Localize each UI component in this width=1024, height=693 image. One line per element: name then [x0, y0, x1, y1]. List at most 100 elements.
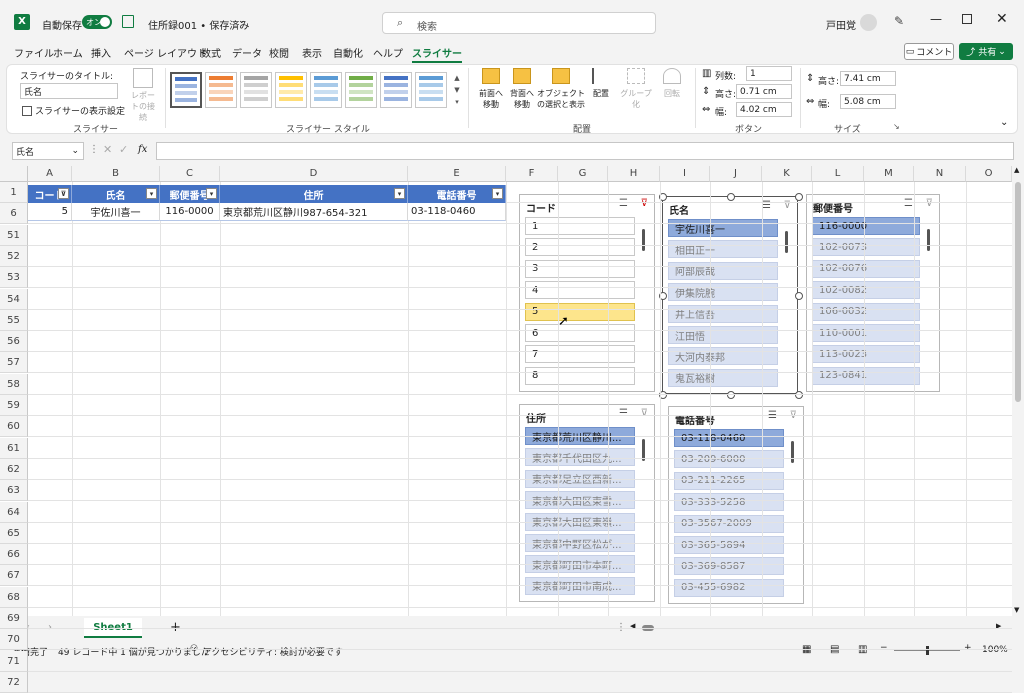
slicer-item[interactable]: 1: [525, 217, 635, 235]
slicer-item[interactable]: 03-118-0460: [674, 429, 784, 447]
row-header[interactable]: 6: [0, 203, 28, 225]
column-header[interactable]: D: [220, 166, 408, 182]
menu-tab[interactable]: 自動化: [333, 45, 363, 63]
slicer-item[interactable]: 03-369-8587: [674, 557, 784, 576]
filter-dropdown-icon[interactable]: ▾: [492, 188, 503, 199]
slicer-style-swatch[interactable]: [415, 72, 447, 108]
table-header-cell[interactable]: 郵便番号 ▾: [160, 185, 220, 203]
zoom-in-icon[interactable]: +: [964, 643, 972, 653]
row-header[interactable]: 62: [0, 458, 28, 480]
slicer-item[interactable]: 113-0023: [812, 345, 920, 364]
slicer-item[interactable]: 03-3567-2009: [674, 514, 784, 533]
zoom-out-icon[interactable]: −: [880, 643, 888, 653]
slicer-item[interactable]: 5: [525, 302, 635, 321]
slicer-item[interactable]: 2: [525, 238, 635, 257]
row-header[interactable]: 55: [0, 309, 28, 331]
button-width-input[interactable]: 4.02 cm: [736, 102, 792, 117]
column-header[interactable]: B: [72, 166, 160, 182]
slicer-scrollbar[interactable]: [642, 229, 645, 251]
menu-tab[interactable]: 校閲: [269, 45, 289, 63]
document-title[interactable]: 住所録001 • 保存済み: [148, 17, 249, 32]
row-header[interactable]: 65: [0, 522, 28, 544]
row-header[interactable]: 70: [0, 629, 28, 651]
multi-select-icon[interactable]: ☰: [904, 198, 913, 209]
save-icon[interactable]: [122, 15, 134, 28]
slicer-item[interactable]: 102-0073: [812, 238, 920, 257]
filter-dropdown-icon[interactable]: ▾: [146, 188, 157, 199]
slicer-style-swatch[interactable]: [240, 72, 272, 108]
menu-tab[interactable]: 挿入: [91, 45, 111, 63]
column-header[interactable]: F: [506, 166, 558, 182]
size-height-input[interactable]: 7.41 cm: [840, 71, 896, 86]
row-header[interactable]: 51: [0, 224, 28, 246]
clear-filter-icon[interactable]: ⊽: [926, 198, 933, 209]
table-cell[interactable]: 116-0000: [160, 203, 220, 221]
row-header[interactable]: 69: [0, 608, 28, 629]
slicer-address[interactable]: 住所 ☰ ⊽ 東京都荒川区静川... 東京都千代田区九... 東京都足立区西新... 東京都…: [519, 404, 655, 602]
selection-pane-button[interactable]: オブジェクトの選択と表示: [537, 68, 585, 110]
menu-tab[interactable]: スライサー: [412, 45, 462, 63]
row-header[interactable]: 53: [0, 267, 28, 289]
slicer-name[interactable]: 氏名 ☰ ⊽ 宇佐川喜一 相田正一 阿部辰哉 伊集院腕 井上信吾 江田悟 大河内泰邦 鬼瓦裕樹: [659, 193, 803, 399]
row-header[interactable]: 72: [0, 671, 28, 693]
maximize-icon[interactable]: [962, 14, 972, 24]
resize-handle[interactable]: [727, 391, 735, 399]
row-header[interactable]: 71: [0, 650, 28, 672]
row-header[interactable]: 61: [0, 437, 28, 459]
filter-dropdown-icon[interactable]: ▾: [206, 188, 217, 199]
column-header[interactable]: O: [966, 166, 1012, 182]
slicer-item[interactable]: 8: [525, 366, 635, 385]
select-all-corner[interactable]: [0, 166, 28, 182]
menu-tab[interactable]: ホーム: [53, 45, 83, 63]
scroll-down-icon[interactable]: ▼: [1014, 606, 1019, 614]
row-header[interactable]: 59: [0, 395, 28, 416]
slicer-item[interactable]: 102-0076: [812, 259, 920, 278]
slicer-item[interactable]: 123-0841: [812, 366, 920, 385]
resize-handle[interactable]: [795, 391, 803, 399]
slicer-item[interactable]: 03-333-5258: [674, 493, 784, 512]
row-header[interactable]: 66: [0, 544, 28, 566]
slicer-item[interactable]: 6: [525, 324, 635, 342]
column-header[interactable]: C: [160, 166, 220, 182]
share-button[interactable]: ⤴ 共有 ⌄: [959, 43, 1013, 60]
column-header[interactable]: G: [558, 166, 608, 182]
pen-icon[interactable]: ✎: [894, 14, 904, 28]
table-cell[interactable]: 5: [28, 203, 72, 221]
button-height-input[interactable]: 0.71 cm: [736, 84, 792, 99]
row-header[interactable]: 57: [0, 352, 28, 374]
filter-applied-icon[interactable]: ⊽: [58, 188, 69, 199]
zoom-thumb[interactable]: [926, 646, 929, 655]
slicer-item[interactable]: 7: [525, 345, 635, 364]
column-header[interactable]: L: [812, 166, 864, 182]
slicer-caption-input[interactable]: 氏名: [20, 83, 118, 99]
resize-handle[interactable]: [795, 292, 803, 300]
user-name[interactable]: 戸田覚: [826, 17, 856, 32]
align-button[interactable]: 配置: [588, 68, 614, 99]
gallery-scroll[interactable]: ▲ ▼ ▾: [452, 72, 462, 108]
menu-tab[interactable]: ページ レイアウト: [124, 45, 207, 63]
bring-forward-button[interactable]: 前面へ移動: [476, 68, 506, 110]
slicer-item[interactable]: 03-209-6000: [674, 450, 784, 469]
row-header[interactable]: 64: [0, 501, 28, 523]
resize-handle[interactable]: [727, 193, 735, 201]
dialog-launcher-icon[interactable]: ↘: [893, 122, 900, 131]
row-header[interactable]: 52: [0, 245, 28, 267]
table-header-cell[interactable]: 氏名 ▾: [72, 185, 160, 203]
search-box[interactable]: ⌕ 検索: [382, 12, 656, 34]
scroll-thumb[interactable]: [1015, 182, 1021, 402]
name-box[interactable]: 氏名 ⌄: [12, 142, 84, 160]
row-header[interactable]: 54: [0, 288, 28, 310]
slicer-item[interactable]: 03-455-6982: [674, 578, 784, 597]
slicer-scrollbar[interactable]: [791, 441, 794, 463]
autosave-toggle[interactable]: オン: [82, 15, 112, 29]
slicer-item[interactable]: 4: [525, 281, 635, 300]
table-cell[interactable]: 東京都荒川区静川987-654-321: [220, 203, 408, 221]
column-header[interactable]: I: [660, 166, 710, 182]
row-header[interactable]: 63: [0, 480, 28, 502]
formula-input[interactable]: [156, 142, 1014, 160]
close-icon[interactable]: ✕: [996, 11, 1008, 27]
column-header[interactable]: N: [914, 166, 966, 182]
row-header[interactable]: 60: [0, 416, 28, 438]
slicer-scrollbar[interactable]: [785, 231, 788, 253]
slicer-item[interactable]: 03-211-2265: [674, 471, 784, 490]
